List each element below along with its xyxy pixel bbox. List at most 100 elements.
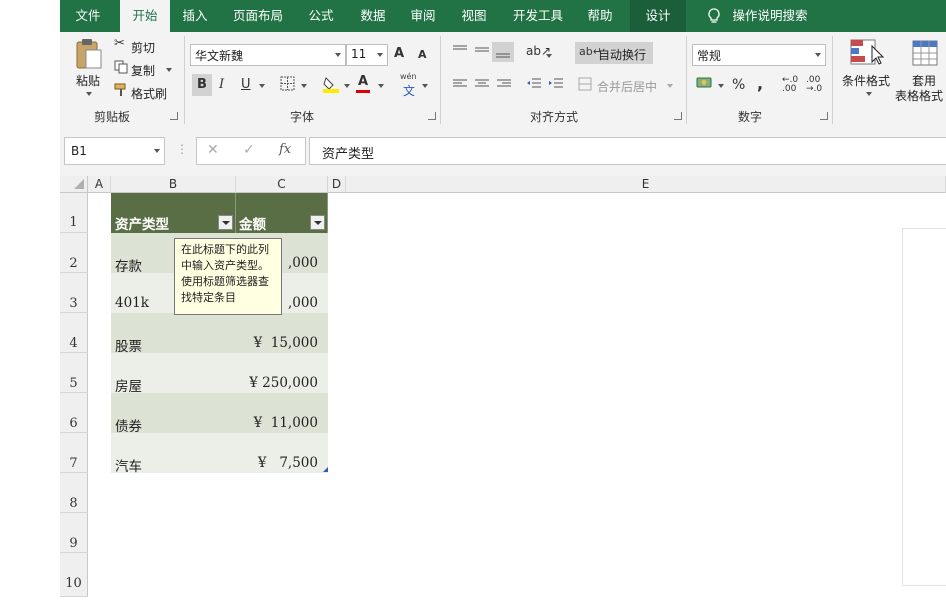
paste-dropdown[interactable] (86, 92, 92, 96)
more-options-icon[interactable]: ⋮ (176, 142, 188, 156)
table-cell[interactable]: 汽车 (111, 433, 236, 475)
column-header-e[interactable]: E (346, 176, 946, 193)
conditional-format-button[interactable]: 条件格式 (842, 72, 890, 89)
tab-review[interactable]: 审阅 (401, 0, 445, 32)
lightbulb-icon[interactable] (704, 0, 724, 32)
tab-insert[interactable]: 插入 (172, 0, 218, 32)
copy-icon[interactable] (114, 60, 128, 78)
currency-icon[interactable] (696, 76, 714, 94)
column-header-b[interactable]: B (111, 176, 236, 193)
phonetic-dropdown[interactable] (422, 84, 428, 88)
format-table-label-2[interactable]: 表格格式 (895, 87, 943, 104)
increase-indent-icon[interactable] (548, 77, 564, 93)
paste-icon[interactable] (74, 38, 104, 76)
row-header-6[interactable]: 6 (60, 393, 88, 433)
alignment-launcher[interactable] (674, 112, 682, 120)
underline-dropdown[interactable] (259, 84, 265, 88)
shrink-font-button[interactable]: A (418, 48, 427, 61)
font-color-icon[interactable]: A (356, 74, 370, 93)
format-table-icon[interactable] (912, 40, 938, 70)
table-cell[interactable]: ¥ 11,000 (236, 393, 328, 433)
column-header-a[interactable]: A (88, 176, 111, 193)
italic-button[interactable]: I (219, 77, 224, 92)
tab-formulas[interactable]: 公式 (298, 0, 344, 32)
copy-button[interactable]: 复制 (131, 62, 155, 79)
align-top-icon[interactable] (452, 44, 468, 60)
merge-icon[interactable] (578, 77, 592, 95)
table-cell[interactable]: 债券 (111, 393, 236, 435)
formula-input[interactable]: 资产类型 (309, 137, 946, 165)
decrease-decimal-icon[interactable]: .00 →.0 (806, 76, 822, 94)
tab-page-layout[interactable]: 页面布局 (224, 0, 292, 32)
format-painter-icon[interactable] (114, 83, 128, 101)
comma-button[interactable]: , (757, 74, 763, 93)
border-icon[interactable] (280, 76, 295, 95)
currency-dropdown[interactable] (718, 84, 724, 88)
phonetic-top[interactable]: wén (400, 72, 417, 81)
table-cell[interactable]: 股票 (111, 313, 236, 355)
font-color-dropdown[interactable] (378, 84, 384, 88)
table-cell[interactable]: ¥ 7,500 (236, 433, 328, 473)
column-header-d[interactable]: D (328, 176, 346, 193)
tab-design[interactable]: 设计 (630, 0, 686, 32)
filter-button-amount[interactable] (310, 215, 325, 230)
cut-button[interactable]: 剪切 (131, 39, 155, 56)
table-header-amount[interactable]: 金额 (236, 193, 328, 233)
copy-dropdown[interactable] (166, 68, 172, 72)
align-center-icon[interactable] (474, 78, 490, 94)
table-cell[interactable]: 房屋 (111, 353, 236, 395)
conditional-format-icon[interactable] (850, 38, 885, 72)
font-size-combobox[interactable]: 11 (346, 44, 388, 66)
merge-center-button[interactable]: 合并后居中 (597, 78, 657, 95)
table-header-asset-type[interactable]: 资产类型 (111, 193, 236, 233)
orientation-dropdown[interactable] (546, 54, 552, 58)
tab-data[interactable]: 数据 (350, 0, 396, 32)
name-box[interactable]: B1 (64, 137, 165, 165)
conditional-format-dropdown[interactable] (866, 92, 872, 96)
row-header-8[interactable]: 8 (60, 473, 88, 513)
row-header-2[interactable]: 2 (60, 233, 88, 273)
cancel-icon[interactable]: ✕ (207, 142, 219, 158)
number-format-combobox[interactable]: 常规 (692, 44, 826, 66)
filter-button-asset-type[interactable] (218, 215, 233, 230)
row-header-3[interactable]: 3 (60, 273, 88, 313)
align-left-icon[interactable] (452, 78, 468, 94)
row-header-5[interactable]: 5 (60, 353, 88, 393)
phonetic-guide-button[interactable]: 文 (403, 82, 415, 99)
clipboard-launcher[interactable] (170, 112, 178, 120)
grow-font-button[interactable]: A (394, 46, 404, 61)
fill-color-icon[interactable] (322, 75, 340, 97)
tab-help[interactable]: 帮助 (578, 0, 622, 32)
table-cell[interactable]: ¥ 250,000 (236, 353, 328, 393)
bold-button[interactable]: B (192, 74, 212, 96)
column-header-c[interactable]: C (236, 176, 328, 193)
increase-decimal-icon[interactable]: ←.0.00 (782, 76, 798, 94)
border-dropdown[interactable] (301, 84, 307, 88)
percent-button[interactable]: % (732, 77, 745, 93)
underline-button[interactable]: U (241, 77, 251, 92)
align-bottom-icon[interactable] (492, 42, 514, 62)
table-resize-handle[interactable] (323, 467, 328, 472)
enter-icon[interactable]: ✓ (243, 142, 255, 158)
font-name-combobox[interactable]: 华文新魏 (190, 44, 346, 66)
insert-function-button[interactable]: fx (279, 142, 291, 157)
tab-home[interactable]: 开始 (120, 0, 170, 32)
align-middle-icon[interactable] (474, 44, 490, 60)
paste-button[interactable]: 粘贴 (76, 72, 100, 89)
tab-developer[interactable]: 开发工具 (506, 0, 570, 32)
tab-file[interactable]: 文件 (60, 0, 116, 32)
row-header-10[interactable]: 10 (60, 553, 88, 597)
tell-me-search[interactable]: 操作说明搜索 (728, 0, 812, 32)
fill-color-dropdown[interactable] (344, 84, 350, 88)
row-header-1[interactable]: 1 (60, 193, 88, 233)
merge-dropdown[interactable] (667, 84, 673, 88)
decrease-indent-icon[interactable] (526, 77, 542, 93)
row-header-9[interactable]: 9 (60, 513, 88, 553)
number-launcher[interactable] (820, 112, 828, 120)
wrap-text-button[interactable]: ab↵ 自动换行 (575, 42, 653, 64)
format-painter-button[interactable]: 格式刷 (131, 85, 167, 102)
row-header-4[interactable]: 4 (60, 313, 88, 353)
select-all-button[interactable] (60, 176, 88, 193)
tab-view[interactable]: 视图 (452, 0, 496, 32)
font-launcher[interactable] (428, 112, 436, 120)
